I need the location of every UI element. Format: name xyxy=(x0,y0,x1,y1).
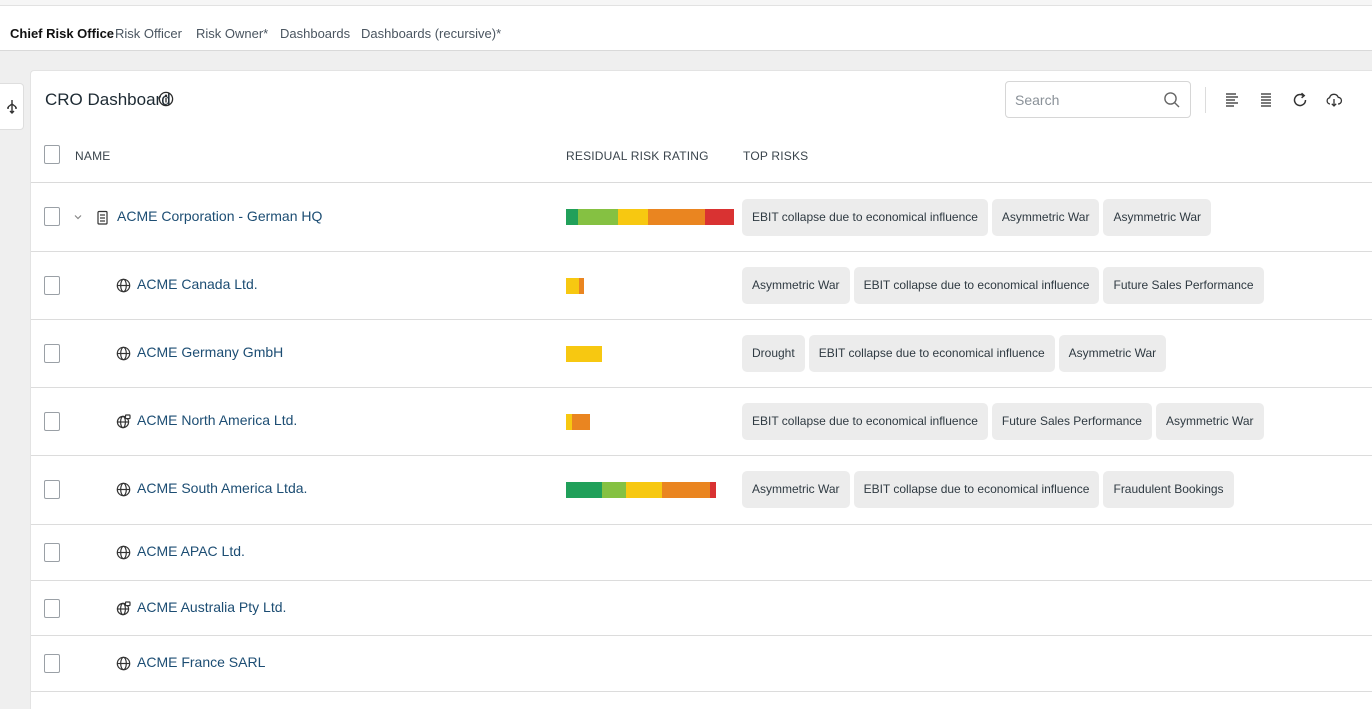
table-row[interactable]: ACME Canada Ltd. Asymmetric War EBIT col… xyxy=(31,252,1372,320)
risk-chip[interactable]: Future Sales Performance xyxy=(1103,267,1264,304)
entity-link[interactable]: ACME APAC Ltd. xyxy=(137,543,245,559)
table-row[interactable]: ACME France SARL xyxy=(31,636,1372,692)
tab-dashboards[interactable]: Dashboards xyxy=(280,26,350,41)
column-header-top-risks[interactable]: TOP RISKS xyxy=(743,149,808,163)
risk-chip[interactable]: Future Sales Performance xyxy=(991,403,1152,440)
select-all-checkbox[interactable] xyxy=(44,145,60,164)
align-justify-icon[interactable] xyxy=(1257,91,1275,109)
table-row[interactable]: ACME Australia Pty Ltd. xyxy=(31,581,1372,636)
rating-segment xyxy=(566,209,578,225)
risk-rating-bar xyxy=(566,482,716,498)
risk-chip[interactable]: Asymmetric War xyxy=(1058,335,1167,372)
globe-icon xyxy=(116,278,131,293)
risk-chip[interactable]: Asymmetric War xyxy=(1103,199,1212,236)
sidebar-toggle-button[interactable] xyxy=(0,83,24,130)
chevron-down-icon[interactable] xyxy=(72,211,84,223)
dashboard-card: CRO Dashboard NAME RESIDUAL RISK RATING … xyxy=(30,70,1372,709)
globe-lock-icon xyxy=(116,601,131,616)
tab-chief-risk-office[interactable]: Chief Risk Office xyxy=(10,26,114,41)
building-icon xyxy=(97,210,108,225)
risk-chip[interactable]: EBIT collapse due to economical influenc… xyxy=(742,403,988,440)
risk-chip[interactable]: EBIT collapse due to economical influenc… xyxy=(853,471,1100,508)
row-checkbox[interactable] xyxy=(44,344,60,363)
risk-chip[interactable]: Fraudulent Bookings xyxy=(1103,471,1234,508)
align-left-icon[interactable] xyxy=(1223,91,1241,109)
globe-icon xyxy=(116,656,131,671)
top-risks: Asymmetric War EBIT collapse due to econ… xyxy=(742,471,1234,508)
tab-bar: Chief Risk Office Risk Officer Risk Owne… xyxy=(0,6,1372,51)
search-box xyxy=(1005,81,1191,118)
entity-link[interactable]: ACME South America Ltda. xyxy=(137,480,307,496)
risk-rating-bar xyxy=(566,278,584,294)
hierarchy-icon xyxy=(6,99,17,114)
risk-chip[interactable]: EBIT collapse due to economical influenc… xyxy=(742,199,988,236)
tab-dashboards-recursive[interactable]: Dashboards (recursive)* xyxy=(361,26,501,41)
row-checkbox[interactable] xyxy=(44,276,60,295)
row-checkbox[interactable] xyxy=(44,412,60,431)
column-header-rating[interactable]: RESIDUAL RISK RATING xyxy=(566,149,709,163)
rating-segment xyxy=(566,278,579,294)
table-row[interactable]: ACME APAC Ltd. xyxy=(31,525,1372,581)
tab-risk-owner[interactable]: Risk Owner* xyxy=(196,26,268,41)
rating-segment xyxy=(602,482,626,498)
risk-rating-bar xyxy=(566,414,590,430)
risk-rating-bar xyxy=(566,209,734,225)
toolbar-divider xyxy=(1205,87,1206,113)
entity-link[interactable]: ACME North America Ltd. xyxy=(137,412,297,428)
table-row[interactable]: ACME North America Ltd. EBIT collapse du… xyxy=(31,388,1372,456)
risk-chip[interactable]: Asymmetric War xyxy=(742,267,850,304)
risk-chip[interactable]: Asymmetric War xyxy=(742,471,850,508)
globe-icon xyxy=(116,482,131,497)
column-header-name[interactable]: NAME xyxy=(75,149,110,163)
risk-chip[interactable]: EBIT collapse due to economical influenc… xyxy=(808,335,1055,372)
risk-chip[interactable]: EBIT collapse due to economical influenc… xyxy=(853,267,1100,304)
rating-segment xyxy=(618,209,649,225)
search-input[interactable] xyxy=(1015,90,1155,110)
rating-segment xyxy=(662,482,710,498)
globe-lock-icon xyxy=(116,414,131,429)
rating-segment xyxy=(710,482,716,498)
table-row[interactable]: ACME South America Ltda. Asymmetric War … xyxy=(31,456,1372,525)
rating-segment xyxy=(577,209,619,225)
row-checkbox[interactable] xyxy=(44,599,60,618)
risk-chip[interactable]: Asymmetric War xyxy=(991,199,1100,236)
rating-segment xyxy=(566,482,602,498)
risk-rating-bar xyxy=(566,346,602,362)
rating-segment xyxy=(572,414,590,430)
rating-segment xyxy=(705,209,734,225)
entity-link[interactable]: ACME Germany GmbH xyxy=(137,344,283,360)
globe-icon xyxy=(116,346,131,361)
risk-chip[interactable]: Asymmetric War xyxy=(1155,403,1264,440)
top-risks: Drought EBIT collapse due to economical … xyxy=(742,335,1167,372)
table-row[interactable]: ACME Corporation - German HQ EBIT collap… xyxy=(31,183,1372,252)
tab-risk-officer[interactable]: Risk Officer xyxy=(115,26,182,41)
row-checkbox[interactable] xyxy=(44,654,60,673)
entity-link[interactable]: ACME France SARL xyxy=(137,654,265,670)
entity-link[interactable]: ACME Corporation - German HQ xyxy=(117,208,322,224)
page-title: CRO Dashboard xyxy=(45,90,171,109)
rating-segment xyxy=(626,482,662,498)
table-row[interactable]: ACME Germany GmbH Drought EBIT collapse … xyxy=(31,320,1372,388)
refresh-icon[interactable] xyxy=(1291,91,1309,109)
entity-link[interactable]: ACME Canada Ltd. xyxy=(137,276,258,292)
globe-icon xyxy=(116,545,131,560)
row-checkbox[interactable] xyxy=(44,480,60,499)
rating-segment xyxy=(648,209,706,225)
rating-segment xyxy=(566,346,602,362)
top-risks: Asymmetric War EBIT collapse due to econ… xyxy=(742,267,1264,304)
search-icon[interactable] xyxy=(1163,91,1181,109)
row-checkbox[interactable] xyxy=(44,207,60,226)
top-risks: EBIT collapse due to economical influenc… xyxy=(742,403,1264,440)
entity-link[interactable]: ACME Australia Pty Ltd. xyxy=(137,599,286,615)
table-header: NAME RESIDUAL RISK RATING TOP RISKS xyxy=(31,141,1372,183)
cloud-download-icon[interactable] xyxy=(1325,91,1343,109)
risk-chip[interactable]: Drought xyxy=(742,335,805,372)
info-icon[interactable] xyxy=(158,91,174,107)
rating-segment xyxy=(578,278,584,294)
row-checkbox[interactable] xyxy=(44,543,60,562)
top-risks: EBIT collapse due to economical influenc… xyxy=(742,199,1212,236)
